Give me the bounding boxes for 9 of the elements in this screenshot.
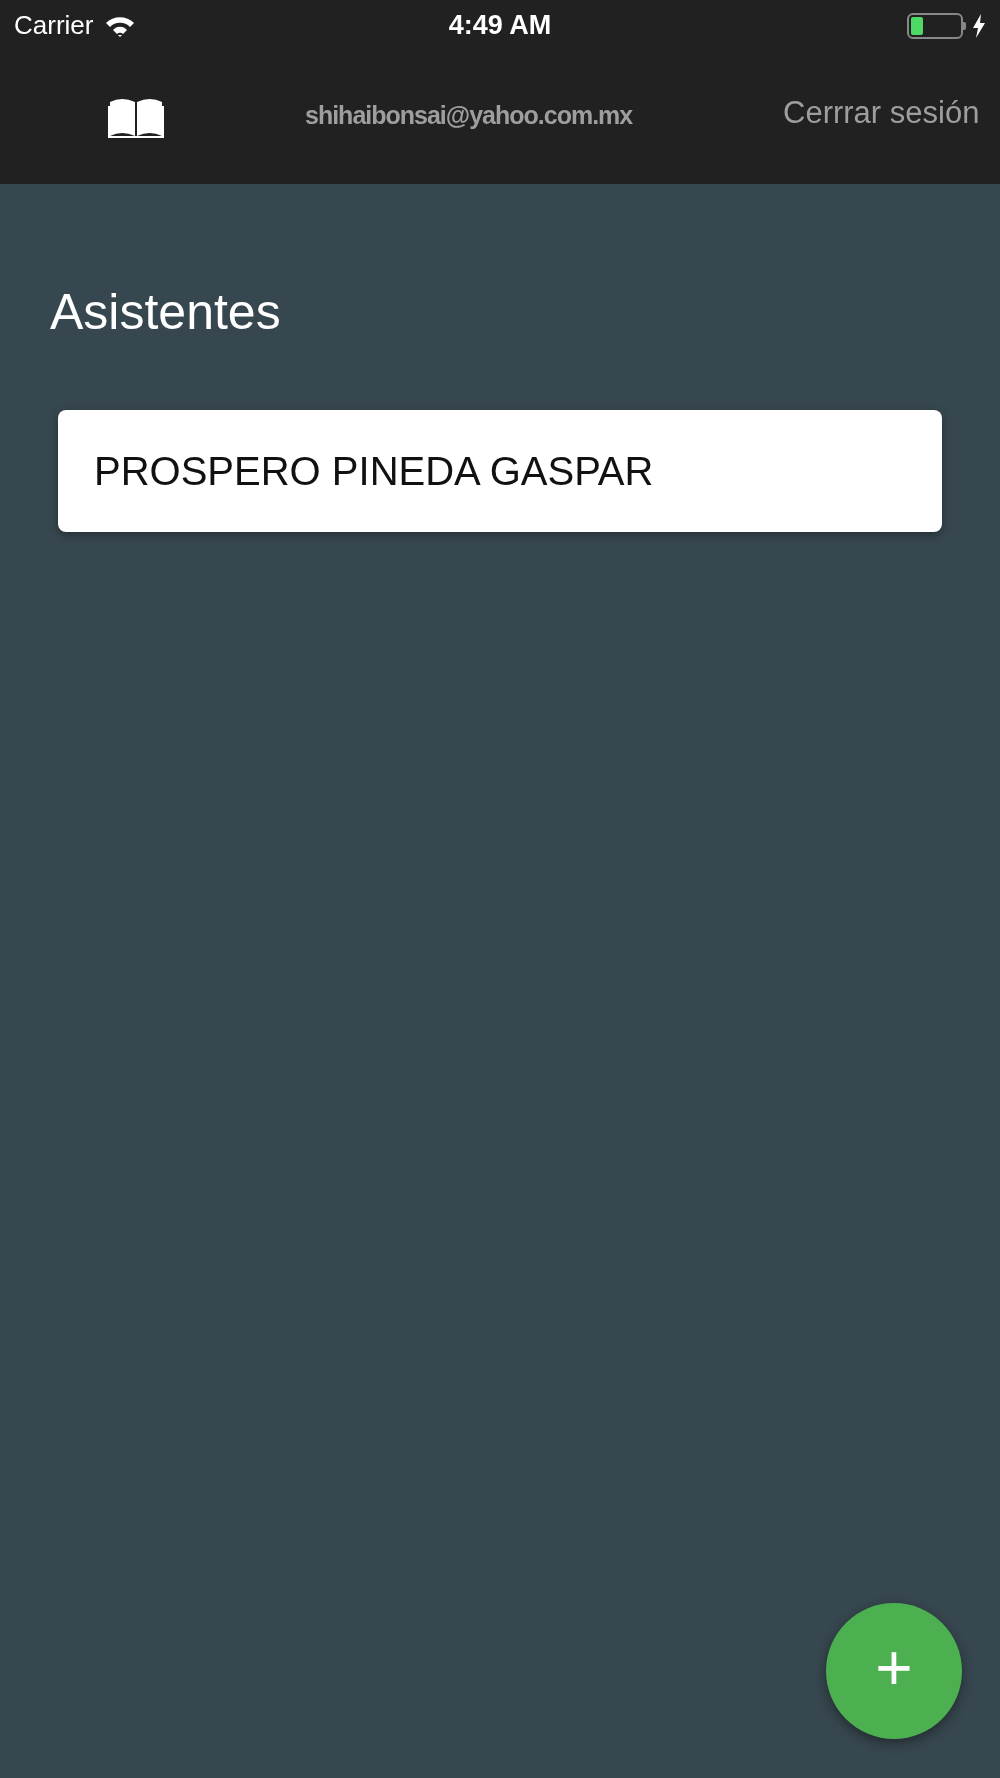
book-icon[interactable]	[108, 96, 164, 138]
carrier-name: Carrier	[14, 10, 94, 41]
logout-link[interactable]: Cerrrar sesión	[783, 95, 980, 131]
clock-time: 4:49 AM	[448, 10, 552, 41]
page-title: Asistentes	[50, 283, 282, 342]
user-email: shihaibonsai@yahoo.com.mx	[305, 101, 633, 130]
attendee-card[interactable]: PROSPERO PINEDA GASPAR	[58, 410, 942, 532]
battery-icon	[907, 12, 966, 39]
wifi-icon	[105, 14, 136, 37]
